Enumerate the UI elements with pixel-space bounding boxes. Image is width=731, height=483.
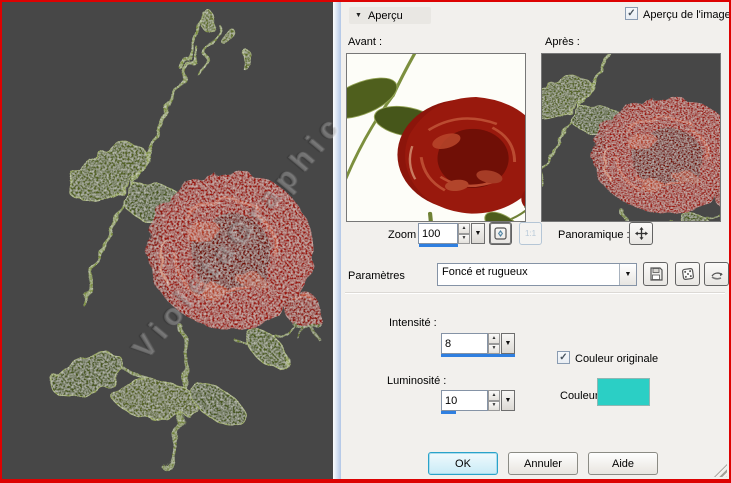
one-to-one-icon: 1:1 xyxy=(525,229,536,238)
collapse-arrow-icon: ▼ xyxy=(355,12,362,19)
after-rose-image xyxy=(542,54,720,221)
before-label: Avant : xyxy=(348,35,382,49)
cancel-button[interactable]: Annuler xyxy=(508,452,578,475)
image-canvas xyxy=(2,2,333,479)
preview-section-title: Aperçu xyxy=(368,10,403,22)
zoom-dropdown-button[interactable]: ▼ xyxy=(471,223,485,244)
navigate-target-icon xyxy=(494,227,507,240)
preview-section-toggle[interactable]: ▼ Aperçu xyxy=(349,7,431,24)
effect-dialog-window: ▼ Aperçu ✓ Aperçu de l'image Avant : Apr… xyxy=(0,0,731,483)
original-color-label: Couleur originale xyxy=(575,352,658,366)
save-preset-button[interactable] xyxy=(643,262,668,286)
brightness-value-bar xyxy=(441,411,456,414)
chevron-down-icon: ▼ xyxy=(475,230,482,237)
spin-up-icon: ▲ xyxy=(492,336,497,341)
image-preview-checkbox[interactable]: ✓ xyxy=(625,7,638,20)
brightness-spin-up-button[interactable]: ▲ xyxy=(488,390,500,401)
resize-grip[interactable] xyxy=(714,464,727,477)
original-color-checkbox[interactable]: ✓ xyxy=(557,351,570,364)
brightness-spin-down-button[interactable]: ▼ xyxy=(488,401,500,412)
section-divider xyxy=(345,292,725,294)
check-icon: ✓ xyxy=(559,353,567,363)
zoom-spin-down-button[interactable]: ▼ xyxy=(458,234,470,245)
after-label: Après : xyxy=(545,35,580,49)
brightness-dropdown-button[interactable]: ▼ xyxy=(501,390,515,411)
after-preview-thumbnail[interactable] xyxy=(541,53,721,222)
randomize-preset-button[interactable] xyxy=(675,262,700,286)
brightness-label: Luminosité : xyxy=(387,374,446,388)
intensity-label: Intensité : xyxy=(389,316,437,330)
color-swatch[interactable] xyxy=(597,378,650,406)
help-button[interactable]: Aide xyxy=(588,452,658,475)
spin-down-icon: ▼ xyxy=(462,236,467,241)
one-to-one-button[interactable]: 1:1 xyxy=(519,222,542,245)
presets-select[interactable]: Foncé et rugueux ▼ xyxy=(437,263,637,286)
save-icon xyxy=(649,267,663,281)
before-rose-image xyxy=(347,54,525,221)
auto-proof-button[interactable] xyxy=(489,222,512,245)
presets-label: Paramètres xyxy=(348,269,405,283)
dialog-panel: ▼ Aperçu ✓ Aperçu de l'image Avant : Apr… xyxy=(341,2,729,479)
chevron-down-icon: ▼ xyxy=(625,271,632,278)
spin-up-icon: ▲ xyxy=(492,393,497,398)
reset-icon xyxy=(710,267,724,281)
intensity-input[interactable] xyxy=(441,333,488,354)
pan-label: Panoramique : xyxy=(558,228,630,242)
pan-button[interactable] xyxy=(629,222,653,245)
intensity-dropdown-button[interactable]: ▼ xyxy=(501,333,515,354)
canvas-rose-image xyxy=(2,2,333,479)
zoom-input[interactable] xyxy=(418,223,458,244)
intensity-spin-down-button[interactable]: ▼ xyxy=(488,344,500,355)
presets-selected-value: Foncé et rugueux xyxy=(438,264,619,285)
dice-icon xyxy=(681,267,695,281)
zoom-value-bar xyxy=(419,244,458,247)
spin-up-icon: ▲ xyxy=(462,226,467,231)
check-icon: ✓ xyxy=(627,9,635,19)
intensity-value-bar xyxy=(441,354,515,357)
move-arrows-icon xyxy=(635,227,648,240)
brightness-input[interactable] xyxy=(441,390,488,411)
zoom-spin-up-button[interactable]: ▲ xyxy=(458,223,470,234)
before-preview-thumbnail[interactable] xyxy=(346,53,526,222)
chevron-down-icon: ▼ xyxy=(505,397,512,404)
spin-down-icon: ▼ xyxy=(492,403,497,408)
ok-button[interactable]: OK xyxy=(428,452,498,475)
intensity-spin-up-button[interactable]: ▲ xyxy=(488,333,500,344)
window-edge xyxy=(333,2,341,479)
image-preview-checkbox-label: Aperçu de l'image xyxy=(643,8,731,22)
presets-dropdown-arrow[interactable]: ▼ xyxy=(619,264,636,285)
reset-to-default-button[interactable] xyxy=(704,262,729,286)
chevron-down-icon: ▼ xyxy=(505,340,512,347)
spin-down-icon: ▼ xyxy=(492,346,497,351)
